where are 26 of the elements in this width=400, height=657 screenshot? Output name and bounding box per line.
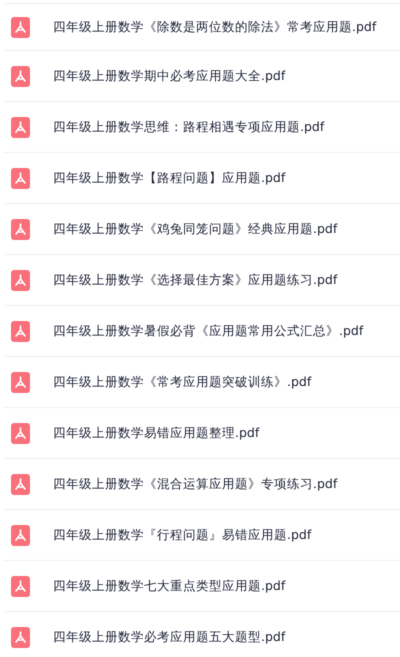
pdf-file-icon (11, 372, 30, 392)
file-name[interactable]: 四年级上册数学《除数是两位数的除法》常考应用题.pdf (53, 18, 376, 36)
file-name[interactable]: 四年级上册数学『行程问题』易错应用题.pdf (53, 526, 312, 544)
pdf-file-icon (11, 16, 30, 38)
pdf-file-icon (11, 422, 30, 444)
pdf-file-icon (11, 218, 30, 240)
pdf-file-icon (11, 474, 30, 494)
file-name[interactable]: 四年级上册数学暑假必背《应用题常用公式汇总》.pdf (53, 322, 364, 340)
pdf-file-icon (11, 270, 30, 290)
pdf-file-icon (11, 626, 30, 648)
pdf-file-icon (11, 116, 30, 138)
pdf-file-icon (11, 524, 30, 546)
pdf-file-icon (11, 320, 30, 342)
file-name[interactable]: 四年级上册数学《鸡兔同笼问题》经典应用题.pdf (53, 220, 338, 238)
file-name[interactable]: 四年级上册数学期中必考应用题大全.pdf (53, 68, 286, 84)
file-name[interactable]: 四年级上册数学思维：路程相遇专项应用题.pdf (53, 118, 324, 136)
pdf-file-icon (11, 576, 30, 596)
pdf-file-icon (11, 168, 30, 188)
file-name[interactable]: 四年级上册数学《选择最佳方案》应用题练习.pdf (53, 272, 338, 288)
pdf-file-icon (11, 66, 30, 86)
file-name[interactable]: 四年级上册数学七大重点类型应用题.pdf (53, 578, 286, 594)
file-name[interactable]: 四年级上册数学必考应用题五大题型.pdf (53, 628, 286, 646)
file-name[interactable]: 四年级上册数学《混合运算应用题》专项练习.pdf (53, 476, 338, 492)
file-name[interactable]: 四年级上册数学易错应用题整理.pdf (53, 424, 260, 442)
file-name[interactable]: 四年级上册数学【路程问题】应用题.pdf (53, 170, 286, 186)
file-name[interactable]: 四年级上册数学《常考应用题突破训练》.pdf (53, 374, 312, 390)
